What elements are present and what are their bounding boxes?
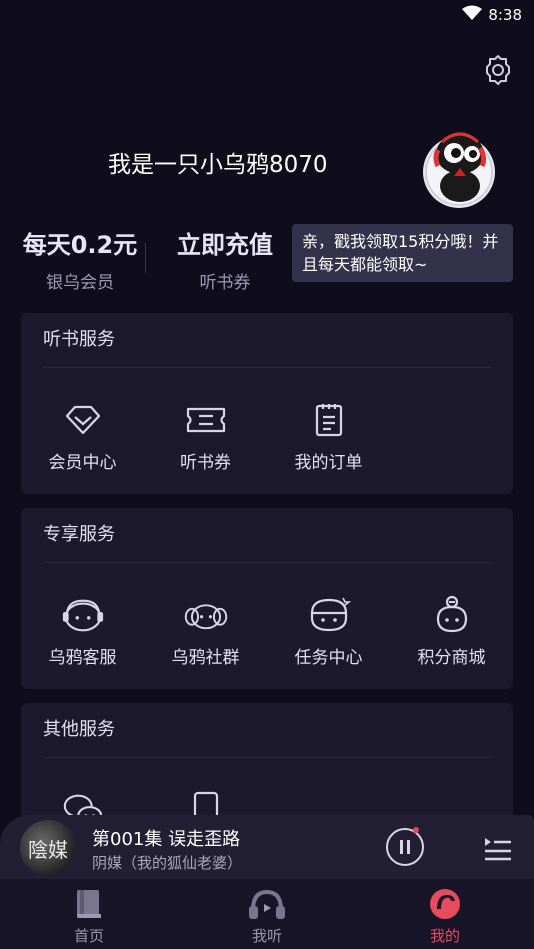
tab-label: 首页 [73, 927, 104, 945]
order-icon [307, 400, 351, 440]
section-other-services: 其他服务 [21, 703, 513, 833]
item-points-mall[interactable]: 积分商城 [390, 595, 513, 668]
username: 我是一只小乌鸦8070 [108, 152, 328, 178]
pause-icon [400, 840, 410, 854]
tab-mine[interactable]: 我的 [356, 879, 534, 949]
vip-diamond-icon [61, 400, 105, 440]
item-label: 乌鸦社群 [171, 648, 240, 668]
status-time: 8:38 [488, 6, 522, 24]
section-listening-services: 听书服务 会员中心 听书券 我的订单 [21, 313, 513, 494]
item-customer-service[interactable]: 乌鸦客服 [21, 595, 144, 668]
tab-home[interactable]: 首页 [0, 879, 178, 949]
points-mall-icon [430, 595, 474, 635]
vip-membership[interactable]: 每天0.2元 银乌会员 [0, 225, 160, 293]
mini-player[interactable]: 陰媒 第001集 误走歪路 阴媒（我的狐仙老婆） [0, 815, 534, 879]
section-exclusive-services: 专享服务 乌鸦客服 乌鸦社群 任务中心 积分商城 [21, 508, 513, 689]
item-label: 会员中心 [48, 453, 117, 473]
status-bar: 8:38 [0, 0, 534, 30]
vip-divider [145, 243, 146, 273]
player-title: 第001集 误走歪路 [92, 829, 241, 850]
item-ticket[interactable]: 听书券 [144, 400, 267, 473]
cover-text: 陰媒 [28, 837, 68, 862]
book-icon [69, 887, 109, 921]
crow-icon [425, 887, 465, 921]
item-task-center[interactable]: 任务中心 [267, 595, 390, 668]
item-label: 我的订单 [294, 453, 363, 473]
task-icon [307, 595, 351, 635]
wifi-icon [462, 5, 483, 25]
tab-listening[interactable]: 我听 [178, 879, 356, 949]
vip-label: 银乌会员 [46, 273, 114, 293]
item-label: 乌鸦客服 [48, 648, 117, 668]
vip-area: 每天0.2元 银乌会员 立即充值 听书券 [0, 225, 290, 293]
tab-label: 我的 [429, 927, 460, 945]
section-title: 专享服务 [43, 524, 115, 545]
headphones-icon [247, 887, 287, 921]
progress-dot [413, 827, 419, 833]
item-label: 积分商城 [417, 648, 486, 668]
pause-button[interactable] [386, 827, 424, 866]
vip-price: 每天0.2元 [22, 231, 138, 259]
customer-service-icon [61, 595, 105, 635]
item-community[interactable]: 乌鸦社群 [144, 595, 267, 668]
item-label: 听书券 [180, 453, 231, 473]
section-title: 听书服务 [43, 329, 115, 350]
points-tooltip[interactable]: 亲，戳我领取15积分哦！并且每天都能领取~ [292, 224, 513, 282]
player-subtitle: 阴媒（我的狐仙老婆） [92, 854, 243, 872]
player-cover[interactable]: 陰媒 [20, 820, 76, 876]
section-title: 其他服务 [43, 719, 115, 740]
tab-label: 我听 [251, 927, 282, 945]
item-label: 任务中心 [294, 648, 363, 668]
item-my-orders[interactable]: 我的订单 [267, 400, 390, 473]
bottom-tab-bar: 首页 我听 我的 [0, 879, 534, 949]
recharge-button[interactable]: 立即充值 听书券 [160, 225, 290, 293]
community-icon [184, 595, 228, 635]
ticket-icon [184, 400, 228, 440]
recharge-label: 听书券 [199, 273, 251, 293]
recharge-text: 立即充值 [177, 231, 273, 259]
settings-gear-icon[interactable] [480, 52, 516, 88]
item-member-center[interactable]: 会员中心 [21, 400, 144, 473]
avatar[interactable] [420, 128, 498, 210]
playlist-icon[interactable] [483, 832, 513, 862]
